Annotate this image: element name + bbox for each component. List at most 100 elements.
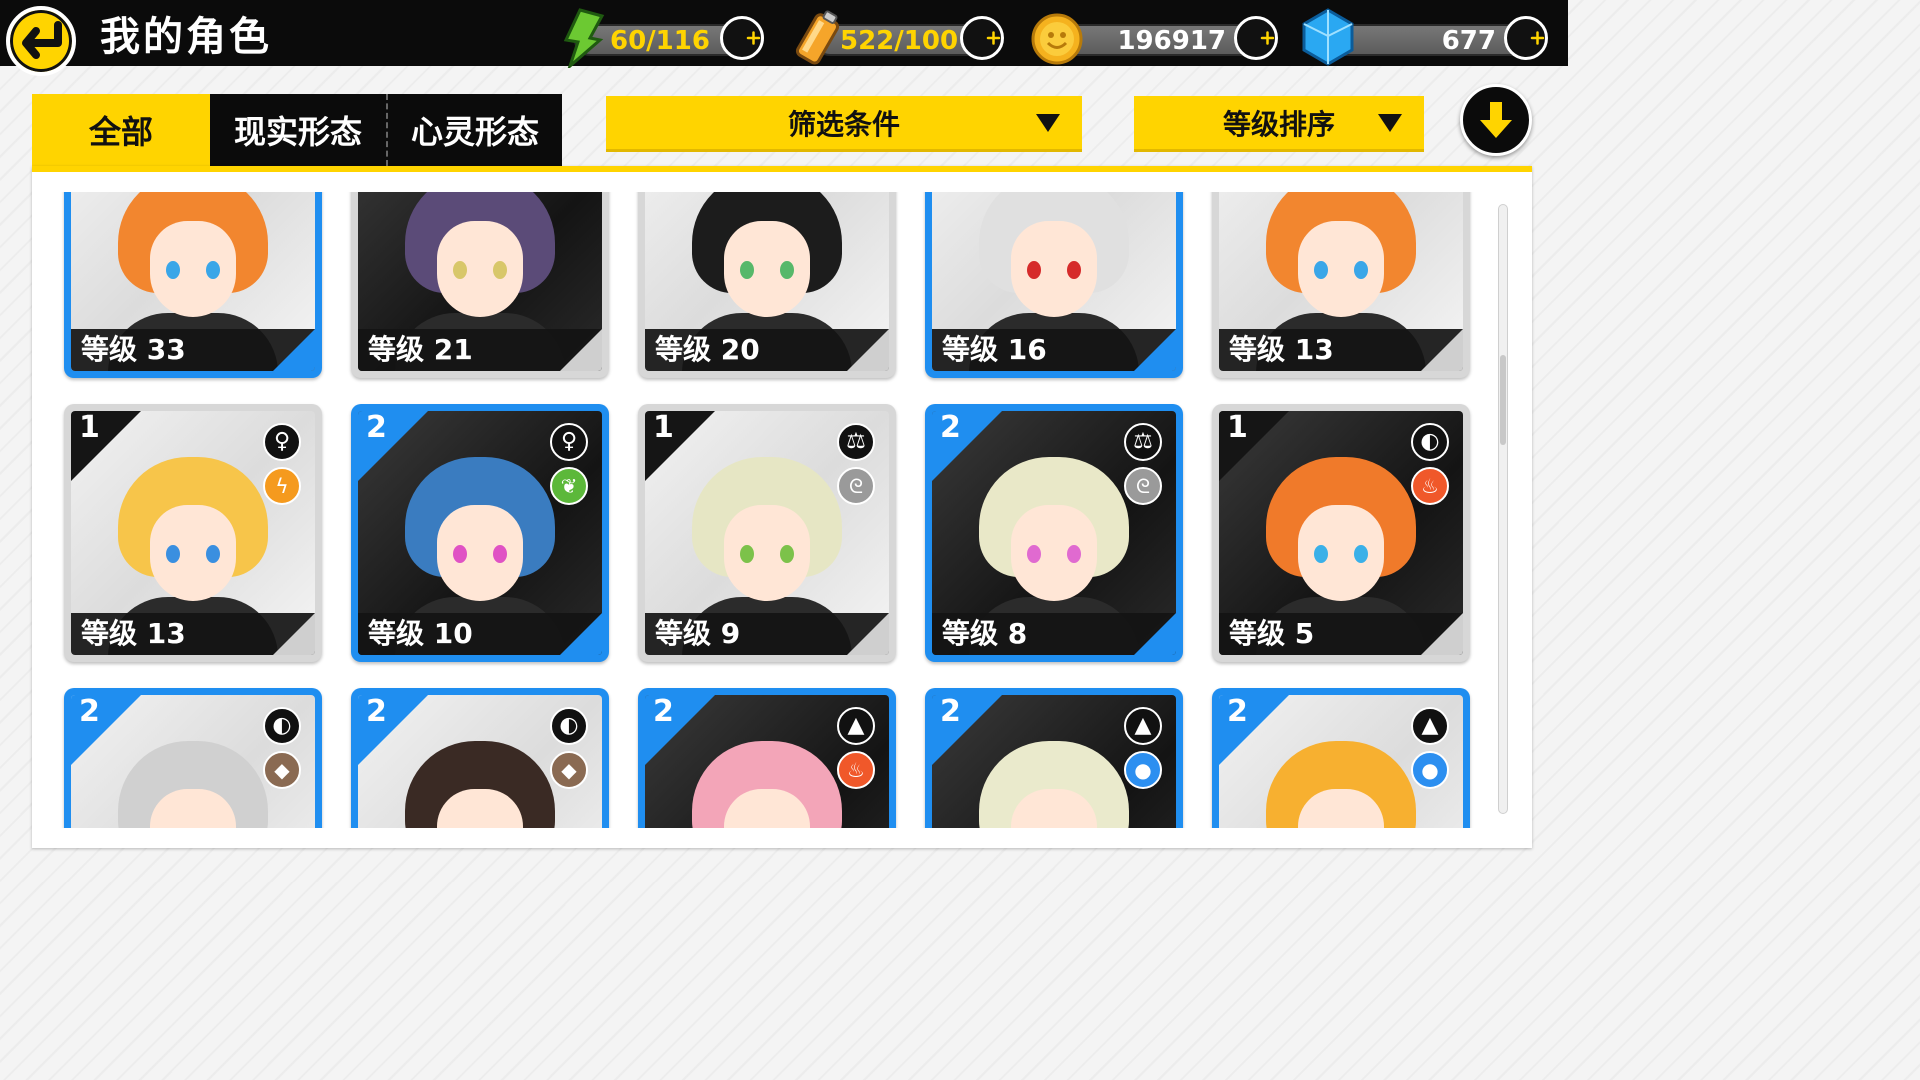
character-card-inner: 2 ▲ ♨ [645,695,889,828]
water-element-icon: ● [1411,751,1449,789]
rank-number: 2 [79,695,100,729]
level-band: 等级 16 [932,329,1176,371]
character-card[interactable]: 1 ⚖ ᘓ 等级 9 [638,404,896,662]
character-level: 等级 13 [1229,333,1334,366]
crystal-resource: 677 [1300,8,1558,66]
character-card-inner: 2 ◐ ◆ [71,695,315,828]
triforce-class-icon: ▲ [1124,707,1162,745]
character-card[interactable]: ♨等级 33 [64,192,322,378]
coin-icon [1031,13,1083,65]
battery-resource: 522/100 [790,10,1010,65]
character-card[interactable]: 2 ⚖ ᘓ 等级 8 [925,404,1183,662]
character-card[interactable]: 2 ◐ ◆ [64,688,322,828]
character-portrait [1256,457,1426,655]
character-grid[interactable]: ♨等级 33ϟ等级 21●等级 20◆等级 16♨等级 131♀ϟ等级 132♀… [32,192,1492,828]
level-band: 等级 20 [645,329,889,371]
character-card[interactable]: 1 ♀ ϟ 等级 13 [64,404,322,662]
sort-dropdown[interactable]: 等级排序 [1134,96,1424,152]
character-card-inner: 1 ◐ ♨ 等级 5 [1219,411,1463,655]
character-level: 等级 21 [368,333,473,366]
plus-icon [746,31,761,45]
rank-number: 2 [653,695,674,729]
character-level: 等级 16 [942,333,1047,366]
character-portrait [108,457,278,655]
character-card[interactable]: 2 ◐ ◆ [351,688,609,828]
character-card[interactable]: 2 ▲ ● [1212,688,1470,828]
tab-real-form[interactable]: 现实形态 [210,94,386,166]
add-crystal-button[interactable] [1504,16,1548,60]
character-card[interactable]: ●等级 20 [638,192,896,378]
character-card[interactable]: 2 ▲ ● [925,688,1183,828]
scrollbar-thumb[interactable] [1500,355,1506,445]
level-band: 等级 8 [932,613,1176,655]
shield-class-icon: ◐ [1411,423,1449,461]
character-portrait [1256,192,1426,371]
character-level: 等级 8 [942,617,1028,650]
character-card-inner: 2 ▲ ● [1219,695,1463,828]
character-level: 等级 13 [81,617,186,650]
level-band: 等级 13 [1219,329,1463,371]
water-element-icon: ● [1124,751,1162,789]
character-portrait [108,192,278,371]
page-title: 我的角色 [100,14,272,60]
character-card[interactable]: ◆等级 16 [925,192,1183,378]
rank-number: 2 [940,695,961,729]
shield-class-icon: ◐ [550,707,588,745]
character-panel: ♨等级 33ϟ等级 21●等级 20◆等级 16♨等级 131♀ϟ等级 132♀… [32,166,1532,848]
level-band: 等级 10 [358,613,602,655]
character-card-inner: 2 ⚖ ᘓ 等级 8 [932,411,1176,655]
earth-element-icon: ◆ [263,751,301,789]
scale-class-icon: ⚖ [837,423,875,461]
level-band: 等级 5 [1219,613,1463,655]
tab-mind-form[interactable]: 心灵形态 [386,94,562,166]
tab-all[interactable]: 全部 [32,94,210,166]
stamina-resource: 60/116 [550,8,770,68]
rank-number: 2 [1227,695,1248,729]
dropdown-arrow-icon [1378,114,1402,132]
character-card-inner: 2 ♀ ❦ 等级 10 [358,411,602,655]
character-card[interactable]: 2 ▲ ♨ [638,688,896,828]
scrollbar[interactable] [1498,204,1508,814]
character-card[interactable]: 2 ♀ ❦ 等级 10 [351,404,609,662]
triforce-class-icon: ▲ [837,707,875,745]
character-level: 等级 33 [81,333,186,366]
triforce-class-icon: ▲ [1411,707,1449,745]
character-card-inner: ♨等级 13 [1219,192,1463,371]
battery-value: 522/100 [840,26,959,56]
battery-icon [795,10,840,65]
character-portrait [682,457,852,655]
rank-number: 1 [1227,411,1248,445]
character-card-inner: 1 ♀ ϟ 等级 13 [71,411,315,655]
character-card-inner: 2 ◐ ◆ [358,695,602,828]
rank-number: 1 [653,411,674,445]
leaf-element-icon: ❦ [550,467,588,505]
shield-class-icon: ◐ [263,707,301,745]
character-portrait [969,192,1139,371]
character-level: 等级 5 [1229,617,1315,650]
dropdown-arrow-icon [1036,114,1060,132]
character-card[interactable]: 1 ◐ ♨ 等级 5 [1212,404,1470,662]
character-level: 等级 20 [655,333,760,366]
add-coin-button[interactable] [1234,16,1278,60]
add-battery-button[interactable] [960,16,1004,60]
crystal-value: 677 [1441,26,1496,56]
plus-icon [1530,31,1545,45]
stamina-value: 60/116 [610,26,710,56]
filter-dropdown[interactable]: 筛选条件 [606,96,1082,152]
wind-element-icon: ᘓ [1124,467,1162,505]
plus-icon [986,31,1001,45]
character-card-inner: ϟ等级 21 [358,192,602,371]
wind-element-icon: ᘓ [837,467,875,505]
level-band: 等级 13 [71,613,315,655]
back-button[interactable] [6,6,76,76]
character-card[interactable]: ♨等级 13 [1212,192,1470,378]
add-stamina-button[interactable] [720,16,764,60]
character-card-inner: 2 ▲ ● [932,695,1176,828]
coin-value: 196917 [1117,26,1226,56]
character-card[interactable]: ϟ等级 21 [351,192,609,378]
sort-direction-button[interactable] [1460,84,1532,156]
fire-element-icon: ♨ [1411,467,1449,505]
level-band: 等级 9 [645,613,889,655]
character-level: 等级 9 [655,617,741,650]
ankh-class-icon: ♀ [550,423,588,461]
